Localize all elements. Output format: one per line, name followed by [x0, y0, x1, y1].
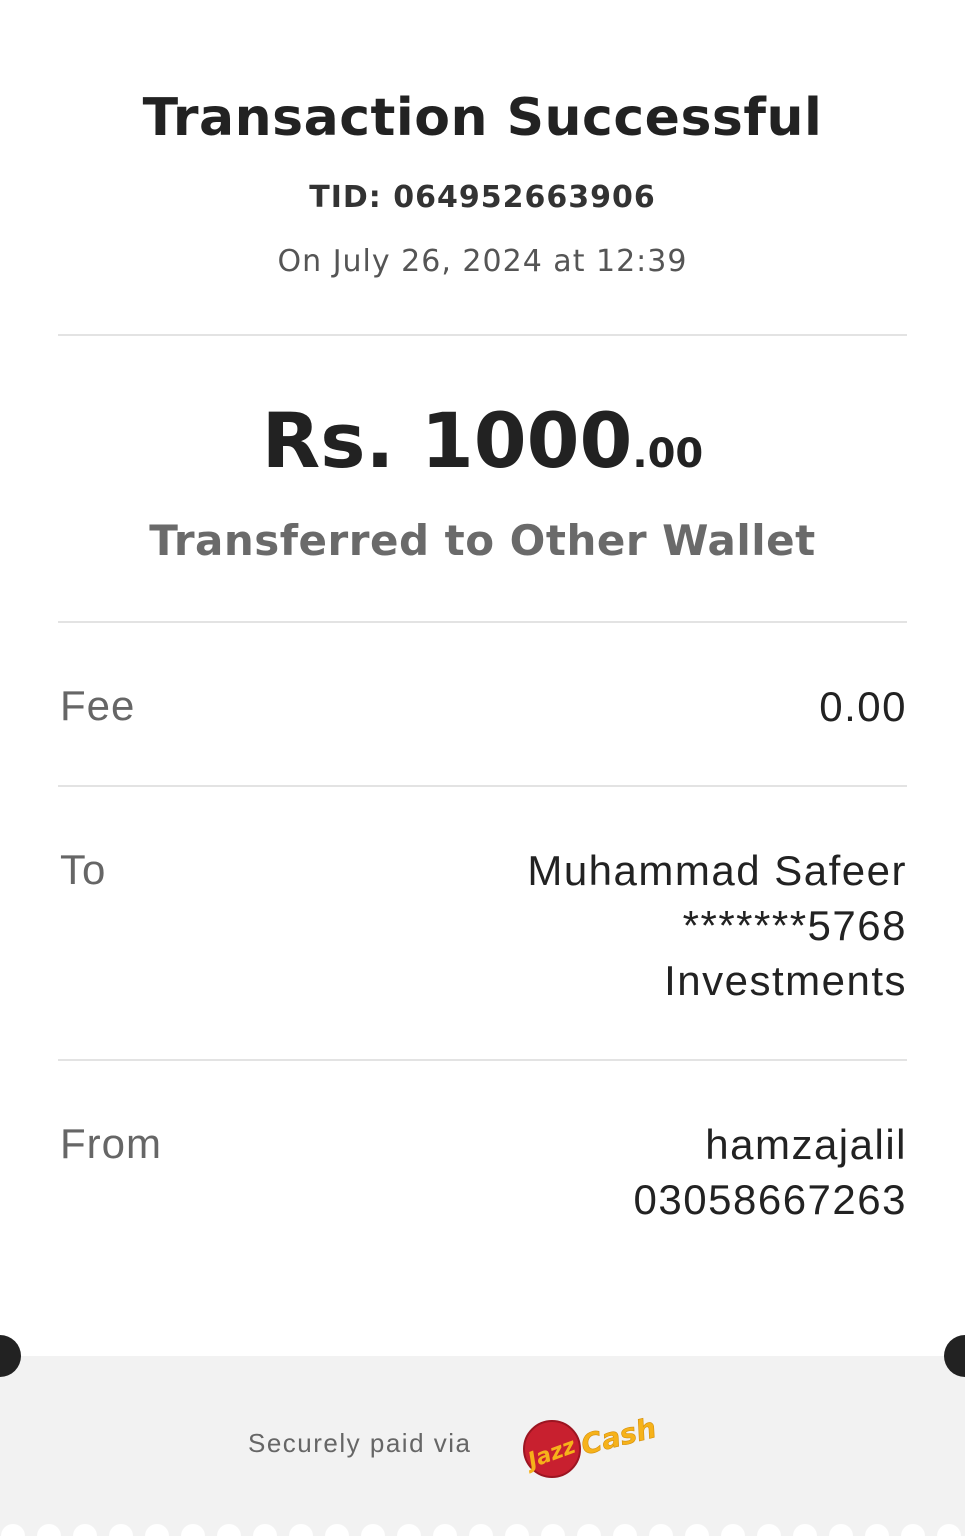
divider — [58, 785, 907, 787]
transaction-datetime: On July 26, 2024 at 12:39 — [277, 244, 688, 279]
svg-text:Cash: Cash — [578, 1411, 658, 1461]
sender-name: hamzajalil — [705, 1121, 907, 1168]
divider — [58, 621, 907, 623]
transaction-id: TID: 064952663906 — [309, 180, 656, 215]
amount-main: Rs. 1000 — [261, 396, 633, 485]
amount: Rs. 1000.00 — [0, 396, 965, 485]
amount-cents: .00 — [632, 431, 704, 477]
receipt-footer — [0, 1356, 965, 1536]
divider — [58, 334, 907, 336]
recipient-note: Investments — [664, 957, 907, 1004]
recipient-name: Muhammad Safeer — [527, 847, 907, 894]
recipient-account: *******5768 — [682, 902, 907, 949]
receipt-scallop-edge — [0, 1520, 965, 1536]
transfer-description: Transferred to Other Wallet — [149, 516, 816, 565]
to-label: To — [60, 846, 107, 893]
page-title: Transaction Successful — [142, 88, 823, 148]
fee-amount: 0.00 — [819, 683, 907, 730]
fee-value: 0.00 — [819, 679, 907, 734]
secure-payment-text: Securely paid via — [248, 1428, 472, 1458]
receipt-card: Transaction Successful TID: 064952663906… — [0, 0, 965, 1356]
jazzcash-logo-icon: Jazz Cash — [521, 1411, 658, 1478]
divider — [58, 1059, 907, 1061]
from-label: From — [60, 1120, 162, 1167]
from-sender: hamzajalil 03058667263 — [634, 1117, 907, 1227]
fee-label: Fee — [60, 682, 136, 729]
sender-account: 03058667263 — [633, 1176, 907, 1223]
to-recipient: Muhammad Safeer *******5768 Investments — [527, 843, 907, 1008]
